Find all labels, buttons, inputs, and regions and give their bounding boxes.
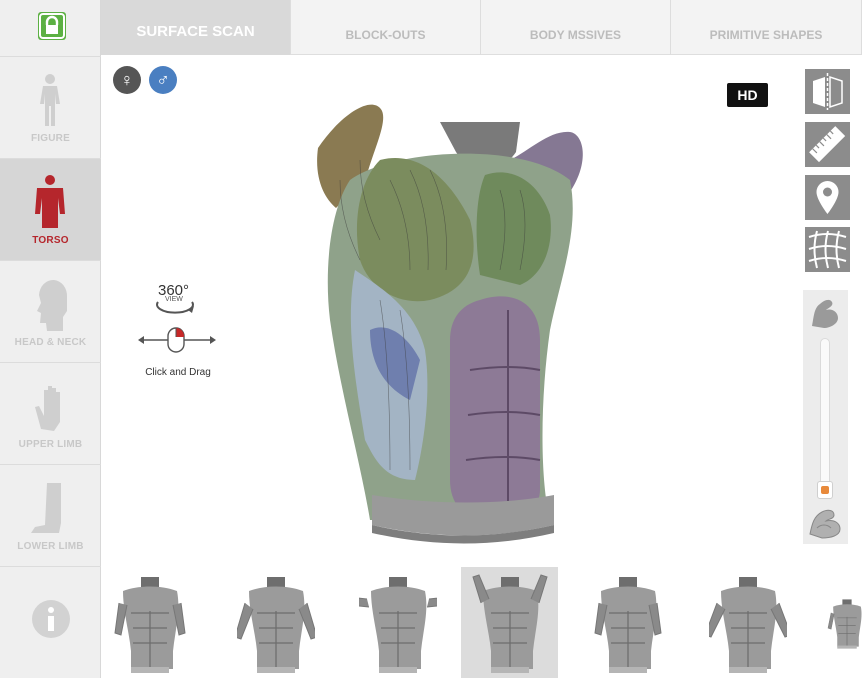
pose-thumbnail[interactable] <box>699 567 796 678</box>
tab-surface-scan[interactable]: SURFACE SCAN <box>101 0 291 55</box>
sidebar-item-label: UPPER LIMB <box>18 439 83 450</box>
tab-label: PRIMITIVE SHAPES <box>709 28 823 42</box>
muscle-slider-thumb[interactable] <box>817 481 833 500</box>
mirror-button[interactable] <box>805 69 850 114</box>
sidebar-item-upper-limb[interactable]: UPPER LIMB <box>0 363 101 465</box>
map-pin-icon <box>816 181 839 214</box>
grid-warp-icon <box>805 227 850 272</box>
pin-button[interactable] <box>805 175 850 220</box>
figure-icon <box>40 74 60 126</box>
female-toggle[interactable]: ♀ <box>113 66 141 94</box>
muscle-arm-icon <box>809 509 841 539</box>
ruler-icon <box>809 126 846 163</box>
torso-thumbnail-image <box>114 577 186 673</box>
anatomy-app: FIGURE TORSO HEAD & NECK UPPER LIMB LOWE… <box>0 0 862 678</box>
pose-thumbnail[interactable] <box>579 567 676 678</box>
torso-thumbnail-image <box>594 577 662 673</box>
pose-thumbnail[interactable] <box>461 567 558 678</box>
tab-label: BODY MSSIVES <box>529 28 622 42</box>
mode-tabs: SURFACE SCAN BLOCK-OUTS BODY MSSIVES PRI… <box>101 0 862 55</box>
hand-icon <box>35 386 60 431</box>
rotate-arrows-icon <box>138 301 216 353</box>
tab-primitive-shapes[interactable]: PRIMITIVE SHAPES <box>671 0 862 55</box>
torso-thumbnail-image <box>359 577 437 673</box>
slider-thumb-marker <box>821 486 829 495</box>
grid-button[interactable] <box>805 227 850 272</box>
rotate-hint: 360° VIEW Click and Drag <box>128 280 228 390</box>
torso-thumbnail-image <box>709 577 787 673</box>
hd-toggle[interactable]: HD <box>727 83 768 107</box>
torso-thumbnail-image <box>237 577 315 673</box>
lock-icon[interactable] <box>38 12 66 40</box>
male-toggle[interactable]: ♂ <box>149 66 177 94</box>
sidebar-item-lower-limb[interactable]: LOWER LIMB <box>0 465 101 567</box>
torso-thumbnail-image <box>472 574 548 673</box>
torso-icon <box>35 175 65 228</box>
sidebar-item-torso[interactable]: TORSO <box>0 159 101 261</box>
flex-arm-icon <box>812 299 838 328</box>
tab-label: BLOCK-OUTS <box>345 28 426 42</box>
sidebar-item-label: HEAD & NECK <box>14 337 87 348</box>
ruler-button[interactable] <box>805 122 850 167</box>
pose-thumbnail[interactable] <box>817 567 862 678</box>
head-icon <box>37 279 68 331</box>
muscle-slider-track[interactable] <box>820 338 830 498</box>
mirror-icon <box>813 73 843 110</box>
pose-thumbnail[interactable] <box>349 567 446 678</box>
torso-thumbnail-image <box>827 599 862 649</box>
category-sidebar: FIGURE TORSO HEAD & NECK UPPER LIMB LOWE… <box>0 0 101 678</box>
sidebar-item-label: LOWER LIMB <box>17 541 84 552</box>
click-drag-caption: Click and Drag <box>145 367 211 378</box>
pose-thumbnail[interactable] <box>101 567 198 678</box>
sidebar-item-figure[interactable]: FIGURE <box>0 57 101 159</box>
torso-model-view[interactable] <box>300 100 610 545</box>
sidebar-item-label: TORSO <box>32 235 69 246</box>
sidebar-item-label: FIGURE <box>31 133 70 144</box>
info-icon[interactable] <box>31 599 71 639</box>
sidebar-item-head-neck[interactable]: HEAD & NECK <box>0 261 101 363</box>
tab-body-mssives[interactable]: BODY MSSIVES <box>481 0 671 55</box>
tab-label: SURFACE SCAN <box>136 23 255 40</box>
muscle-slider-panel <box>803 290 848 544</box>
leg-icon <box>31 483 61 533</box>
info-cell <box>0 567 101 678</box>
tab-block-outs[interactable]: BLOCK-OUTS <box>291 0 481 55</box>
pose-thumbnail-strip <box>101 567 862 678</box>
lock-cell <box>0 0 101 57</box>
pose-thumbnail[interactable] <box>227 567 324 678</box>
